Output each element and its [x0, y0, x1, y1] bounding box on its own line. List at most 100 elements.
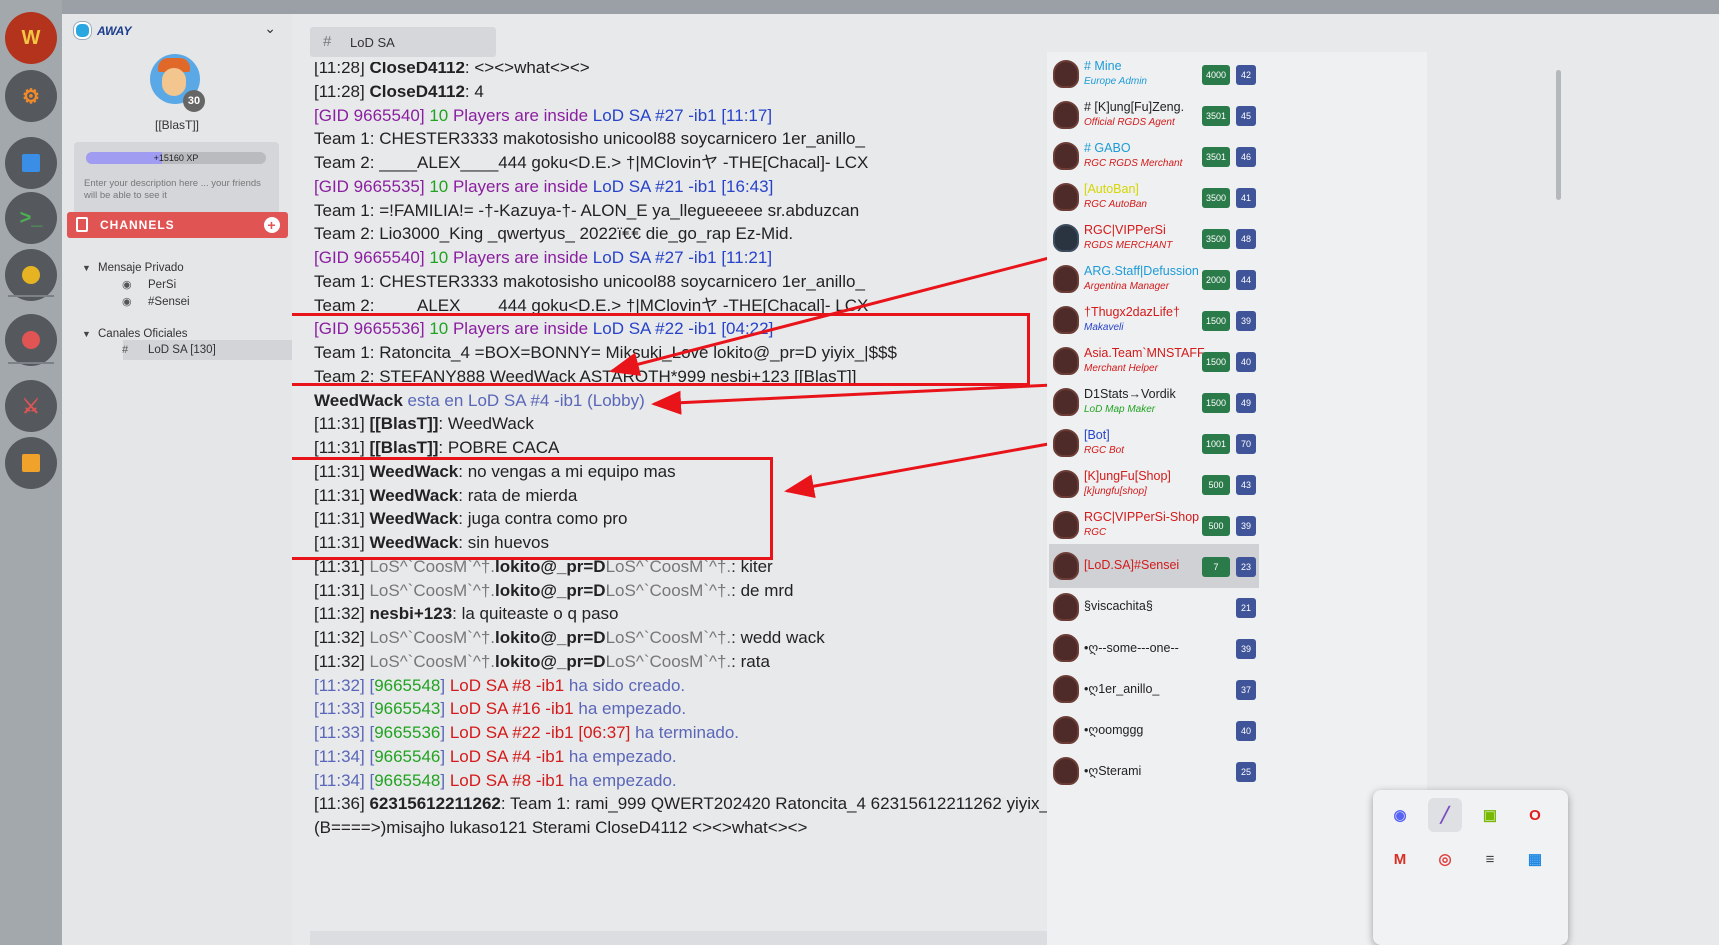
record-icon[interactable]: ◎ [1428, 842, 1462, 876]
user-level-badge: 46 [1236, 147, 1256, 167]
user-avatar [1053, 429, 1079, 457]
user-row[interactable]: ARG.Staff|Defussion Argentina Manager 2000… [1049, 257, 1259, 301]
terminal-icon[interactable]: >_ [5, 192, 57, 244]
user-row[interactable]: [K]ungFu[Shop] [k]ungfu[shop] 500 43 [1049, 462, 1259, 506]
user-row[interactable]: # [K]ung[Fu]Zeng. Official RGDS Agent 3501… [1049, 93, 1259, 137]
user-list-scrollbar[interactable] [1556, 70, 1561, 200]
user-name: •ღSterami [1084, 764, 1142, 778]
nvidia-icon[interactable]: ▣ [1473, 798, 1507, 832]
chat-message: [11:32] LoS^`CoosM`^†.lokito@_pr=DLoS^`C… [314, 650, 770, 674]
message-segment: [11:32] [314, 604, 370, 624]
user-name: D1Stats→Vordik [1084, 387, 1176, 401]
user-avatar [1053, 552, 1079, 580]
message-segment: : WeedWack [438, 414, 534, 434]
tree-group-official[interactable]: ▼ Canales Oficiales [82, 328, 187, 340]
message-segment: LoD SA #27 -ib1 [11:17] [592, 105, 773, 125]
description-placeholder: Enter your description here ... your fri… [84, 178, 261, 201]
user-avatar [1053, 142, 1079, 170]
user-row[interactable]: # GABO RGC RGDS Merchant 3501 46 [1049, 134, 1259, 178]
user-row[interactable]: D1Stats→Vordik LoD Map Maker 1500 49 [1049, 380, 1259, 424]
coins-icon[interactable] [5, 249, 57, 301]
gear-icon[interactable]: ⚙ [5, 70, 57, 122]
message-segment: ha sido creado. [564, 675, 686, 695]
annotation-box-game [292, 313, 1030, 386]
message-segment: ] [440, 746, 450, 766]
user-level-badge: 25 [1236, 762, 1256, 782]
chat-message: [11:28] CloseD4112: <><>what<><> [314, 62, 590, 80]
message-segment: Team 2: ____ALEX____444 goku<D.E.> †|MCl… [314, 295, 869, 315]
user-list: # Mine Europe Admin 4000 42 # [K]ung[Fu]Zeng… [1047, 52, 1427, 945]
feather-icon[interactable]: ╱ [1428, 798, 1462, 832]
chat-bubble-icon: ◉ [122, 279, 132, 291]
user-level-badge: 37 [1236, 680, 1256, 700]
chat-message: Team 1: CHESTER3333 makotosisho unicool8… [314, 127, 865, 151]
user-points-badge: 3500 [1202, 229, 1230, 249]
gmail-icon[interactable]: M [1383, 842, 1417, 876]
user-row[interactable]: [LoD.SA]#Sensei 7 23 [1049, 544, 1259, 588]
user-row[interactable]: Asia.Team`MNSTAFF Merchant Helper 1500 40 [1049, 339, 1259, 383]
tab-lod-sa[interactable]: # LoD SA [310, 27, 496, 57]
user-level-badge: 39 [1236, 516, 1256, 536]
message-segment: lokito@_pr=D [495, 580, 606, 600]
message-segment: LoS^`CoosM`^†. [605, 628, 732, 647]
discord-icon[interactable]: ◉ [1383, 798, 1417, 832]
user-row[interactable]: §viscachita§ 21 [1049, 585, 1259, 629]
chat-message: Team 1: CHESTER3333 makotosisho unicool8… [314, 270, 865, 294]
tree-item-sensei[interactable]: ◉ #Sensei [122, 295, 190, 308]
user-row[interactable]: †Thugx2dazLife† Makaveli 1500 39 [1049, 298, 1259, 342]
message-segment: ha empezado. [573, 699, 687, 719]
message-segment: 10 [429, 105, 453, 125]
user-avatar [1053, 716, 1079, 744]
user-name: # [K]ung[Fu]Zeng. [1084, 100, 1185, 114]
user-row[interactable]: •ღSterami 25 [1049, 749, 1259, 793]
user-level-badge: 40 [1236, 721, 1256, 741]
user-row[interactable]: [AutoBan] RGC AutoBan 3500 41 [1049, 175, 1259, 219]
user-level-badge: 43 [1236, 475, 1256, 495]
message-segment: LoS^`CoosM`^†. [605, 580, 732, 600]
tree-item-lod-sa[interactable]: # LoD SA [130] [122, 344, 216, 356]
message-segment: Players are inside [452, 176, 593, 196]
opera-icon[interactable]: O [1518, 798, 1552, 832]
add-channel-button[interactable]: + [264, 217, 280, 233]
user-row[interactable]: •ღ--some---one-- 39 [1049, 626, 1259, 670]
user-avatar [1053, 388, 1079, 416]
chat-message: [GID 9665540] 10 Players are inside LoD … [314, 246, 772, 270]
message-segment: (B====>)misajho lukaso121 Sterami CloseD… [314, 818, 808, 837]
chat-message: [11:32] [9665548] LoD SA #8 -ib1 ha sido… [314, 674, 685, 698]
menu-icon[interactable]: ≡ [1473, 842, 1507, 876]
users-icon[interactable] [5, 314, 57, 366]
chevron-down-icon[interactable]: ⌄ [264, 20, 276, 37]
chat-message: WeedWack esta en LoD SA #4 -ib1 (Lobby) [314, 389, 645, 413]
user-row[interactable]: # Mine Europe Admin 4000 42 [1049, 52, 1259, 96]
user-level-badge: 48 [1236, 229, 1256, 249]
message-segment: ] [440, 699, 450, 719]
message-segment: [11:34] [314, 746, 370, 766]
status-selector[interactable]: AWAY [74, 22, 131, 39]
annotation-box-insults [292, 457, 773, 560]
message-segment: ] [440, 675, 450, 695]
user-row[interactable]: •ღ1er_anillo_ 37 [1049, 667, 1259, 711]
message-segment: [11:32] [314, 651, 370, 671]
user-avatar [1053, 675, 1079, 703]
swords-icon[interactable]: ⚔ [5, 380, 57, 432]
user-row[interactable]: RGC|VIPPerSi RGDS MERCHANT 3500 48 [1049, 216, 1259, 260]
stats-icon-shape [22, 154, 40, 172]
leaderboard-icon[interactable] [5, 437, 57, 489]
user-row[interactable]: •ღoomggg 40 [1049, 708, 1259, 752]
user-subtitle: RGDS MERCHANT [1084, 240, 1173, 251]
user-row[interactable]: [Bot] RGC Bot 1001 70 [1049, 421, 1259, 465]
tree-group-private[interactable]: ▼ Mensaje Privado [82, 262, 184, 274]
windows-icon[interactable]: ▦ [1518, 842, 1552, 876]
warcraft-icon[interactable]: W [5, 12, 57, 64]
user-row[interactable]: RGC|VIPPerSi-Shop RGC 500 39 [1049, 503, 1259, 547]
message-segment: Players are inside [452, 105, 593, 125]
channels-header: CHANNELS + [67, 212, 288, 238]
message-segment: [GID 9665540] [314, 105, 430, 125]
message-segment: Players are inside [452, 248, 593, 267]
message-segment: 10 [429, 248, 453, 267]
user-points-badge: 1500 [1202, 311, 1230, 331]
message-segment: 9665546 [374, 746, 441, 766]
user-avatar [1053, 593, 1079, 621]
stats-icon[interactable] [5, 137, 57, 189]
tree-item-persi[interactable]: ◉ PerSi [122, 278, 176, 291]
